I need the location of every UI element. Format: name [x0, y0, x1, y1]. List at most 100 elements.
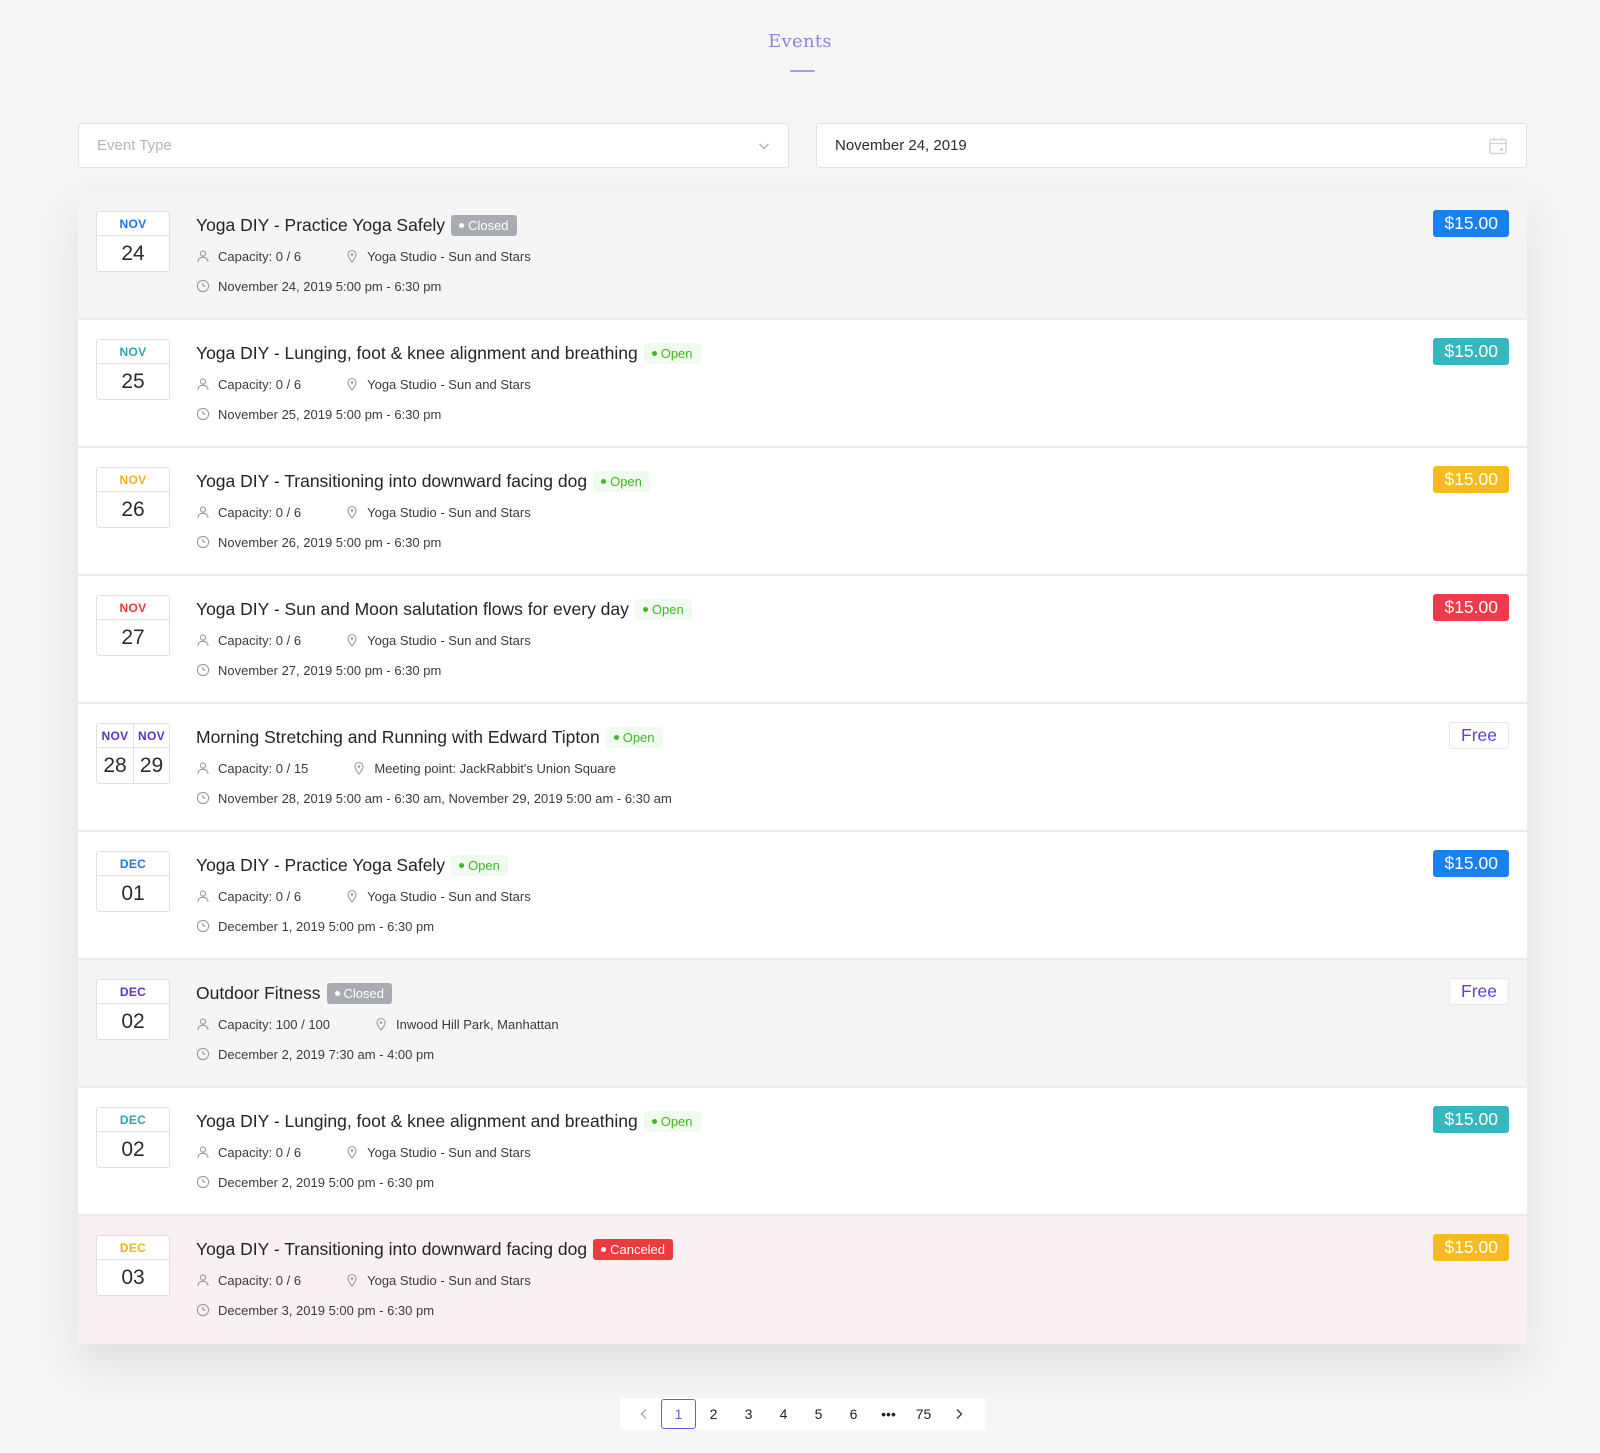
- price-badge[interactable]: $15.00: [1433, 1234, 1509, 1261]
- page-button[interactable]: 5: [801, 1399, 836, 1429]
- user-icon: [197, 634, 209, 647]
- status-badge: Open: [593, 470, 650, 492]
- price-badge[interactable]: $15.00: [1433, 210, 1509, 237]
- price-badge[interactable]: $15.00: [1433, 338, 1509, 365]
- location-pin-icon: [347, 633, 357, 647]
- date-month: DEC: [97, 980, 169, 1004]
- page-button[interactable]: 75: [906, 1399, 941, 1429]
- location-pin-icon: [347, 1273, 357, 1287]
- event-type-placeholder: Event Type: [97, 137, 172, 154]
- date-badge: NOV 28 NOV 29: [96, 723, 170, 784]
- location: Yoga Studio - Sun and Stars: [345, 1145, 531, 1160]
- date-column: DEC 02: [97, 1108, 169, 1167]
- location-pin-icon: [347, 377, 357, 391]
- page-button[interactable]: 1: [661, 1399, 696, 1429]
- date-value: November 24, 2019: [835, 137, 967, 154]
- location: Yoga Studio - Sun and Stars: [345, 1273, 531, 1288]
- event-card[interactable]: NOV 25 Yoga DIY - Lunging, foot & knee ali…: [78, 320, 1527, 448]
- event-time: November 27, 2019 5:00 pm - 6:30 pm: [196, 660, 1507, 680]
- location: Yoga Studio - Sun and Stars: [345, 889, 531, 904]
- date-month: NOV: [97, 340, 169, 364]
- capacity-text: Capacity: 0 / 15: [218, 760, 309, 776]
- event-card[interactable]: NOV 27 Yoga DIY - Sun and Moon salutation …: [78, 576, 1527, 704]
- time-text: November 25, 2019 5:00 pm - 6:30 pm: [218, 406, 442, 422]
- date-column: NOV 28: [97, 724, 133, 783]
- next-page-button[interactable]: [941, 1399, 976, 1429]
- event-title[interactable]: Yoga DIY - Lunging, foot & knee alignmen…: [196, 1111, 638, 1132]
- location: Yoga Studio - Sun and Stars: [345, 505, 531, 520]
- date-column: NOV 25: [97, 340, 169, 399]
- event-card[interactable]: NOV 26 Yoga DIY - Transitioning into downw…: [78, 448, 1527, 576]
- status-label: Open: [468, 857, 500, 873]
- capacity: Capacity: 0 / 6: [196, 633, 301, 648]
- capacity: Capacity: 0 / 6: [196, 889, 301, 904]
- event-title[interactable]: Outdoor Fitness: [196, 983, 321, 1004]
- event-title[interactable]: Yoga DIY - Practice Yoga Safely: [196, 855, 445, 876]
- event-title[interactable]: Yoga DIY - Transitioning into downward f…: [196, 471, 587, 492]
- event-card[interactable]: NOV 24 Yoga DIY - Practice Yoga Safely Clos…: [78, 192, 1527, 320]
- event-time: November 26, 2019 5:00 pm - 6:30 pm: [196, 532, 1507, 552]
- status-dot: [459, 862, 465, 868]
- location-text: Meeting point: JackRabbit's Union Square: [374, 760, 617, 776]
- calendar-icon[interactable]: [1488, 136, 1508, 156]
- event-card[interactable]: DEC 03 Yoga DIY - Transitioning into downw…: [78, 1216, 1527, 1344]
- date-badge: NOV 27: [96, 595, 170, 656]
- date-month: NOV: [97, 468, 169, 492]
- location: Yoga Studio - Sun and Stars: [345, 249, 531, 264]
- location-text: Yoga Studio - Sun and Stars: [367, 376, 531, 392]
- capacity: Capacity: 0 / 6: [196, 505, 301, 520]
- price-badge[interactable]: $15.00: [1433, 850, 1509, 877]
- location-pin-icon: [347, 505, 357, 519]
- event-title-row: Morning Stretching and Running with Edwa…: [196, 725, 1507, 749]
- capacity-text: Capacity: 0 / 6: [218, 888, 302, 904]
- page-button[interactable]: 2: [696, 1399, 731, 1429]
- date-picker-input[interactable]: November 24, 2019: [816, 123, 1527, 168]
- event-card[interactable]: DEC 02 Outdoor Fitness Closed Capacity: 100 …: [78, 960, 1527, 1088]
- event-info: Yoga DIY - Lunging, foot & knee alignmen…: [196, 341, 1507, 424]
- event-card[interactable]: DEC 02 Yoga DIY - Lunging, foot & knee ali…: [78, 1088, 1527, 1216]
- pagination: 1 2 3 4 5 6 ••• 75: [620, 1398, 986, 1430]
- event-card[interactable]: DEC 01 Yoga DIY - Practice Yoga Safely Open…: [78, 832, 1527, 960]
- page-button[interactable]: 4: [766, 1399, 801, 1429]
- time-text: November 28, 2019 5:00 am - 6:30 am, Nov…: [218, 790, 672, 806]
- clock-icon: [196, 535, 210, 549]
- date-day: 03: [121, 1265, 145, 1289]
- chevron-right-icon: [956, 1409, 962, 1419]
- status-badge: Closed: [451, 214, 517, 236]
- page-button[interactable]: 6: [836, 1399, 871, 1429]
- event-time: December 2, 2019 7:30 am - 4:00 pm: [196, 1044, 1507, 1064]
- event-title[interactable]: Yoga DIY - Sun and Moon salutation flows…: [196, 599, 629, 620]
- date-month: NOV: [97, 212, 169, 236]
- location-text: Yoga Studio - Sun and Stars: [367, 632, 531, 648]
- event-title[interactable]: Yoga DIY - Practice Yoga Safely: [196, 215, 445, 236]
- event-meta: Capacity: 0 / 6 Yoga Studio - Sun and Sta…: [196, 246, 1507, 266]
- date-month: DEC: [97, 1108, 169, 1132]
- capacity-text: Capacity: 0 / 6: [218, 1144, 302, 1160]
- user-icon: [197, 250, 209, 263]
- capacity: Capacity: 100 / 100: [196, 1017, 330, 1032]
- location-text: Inwood Hill Park, Manhattan: [396, 1016, 559, 1032]
- event-card[interactable]: NOV 28 NOV 29 Morning Stretching and Running…: [78, 704, 1527, 832]
- location-pin-icon: [354, 761, 364, 775]
- event-meta: Capacity: 0 / 6 Yoga Studio - Sun and Sta…: [196, 886, 1507, 906]
- event-time: November 28, 2019 5:00 am - 6:30 am, Nov…: [196, 788, 1507, 808]
- price-badge[interactable]: $15.00: [1433, 1106, 1509, 1133]
- event-title[interactable]: Yoga DIY - Transitioning into downward f…: [196, 1239, 587, 1260]
- price-badge[interactable]: Free: [1449, 978, 1509, 1005]
- prev-page-button[interactable]: [626, 1399, 661, 1429]
- date-column: NOV 29: [133, 724, 169, 783]
- event-type-select[interactable]: Event Type: [78, 123, 789, 168]
- capacity: Capacity: 0 / 6: [196, 1145, 301, 1160]
- capacity: Capacity: 0 / 15: [196, 761, 308, 776]
- price-badge[interactable]: Free: [1449, 722, 1509, 749]
- event-title[interactable]: Morning Stretching and Running with Edwa…: [196, 727, 600, 748]
- page-button[interactable]: 3: [731, 1399, 766, 1429]
- event-info: Morning Stretching and Running with Edwa…: [196, 725, 1507, 808]
- status-label: Open: [660, 345, 693, 361]
- status-label: Open: [610, 473, 642, 489]
- price-badge[interactable]: $15.00: [1433, 594, 1509, 621]
- event-title[interactable]: Yoga DIY - Lunging, foot & knee alignmen…: [196, 343, 638, 364]
- location-text: Yoga Studio - Sun and Stars: [367, 1144, 531, 1160]
- price-badge[interactable]: $15.00: [1433, 466, 1509, 493]
- date-column: DEC 03: [97, 1236, 169, 1295]
